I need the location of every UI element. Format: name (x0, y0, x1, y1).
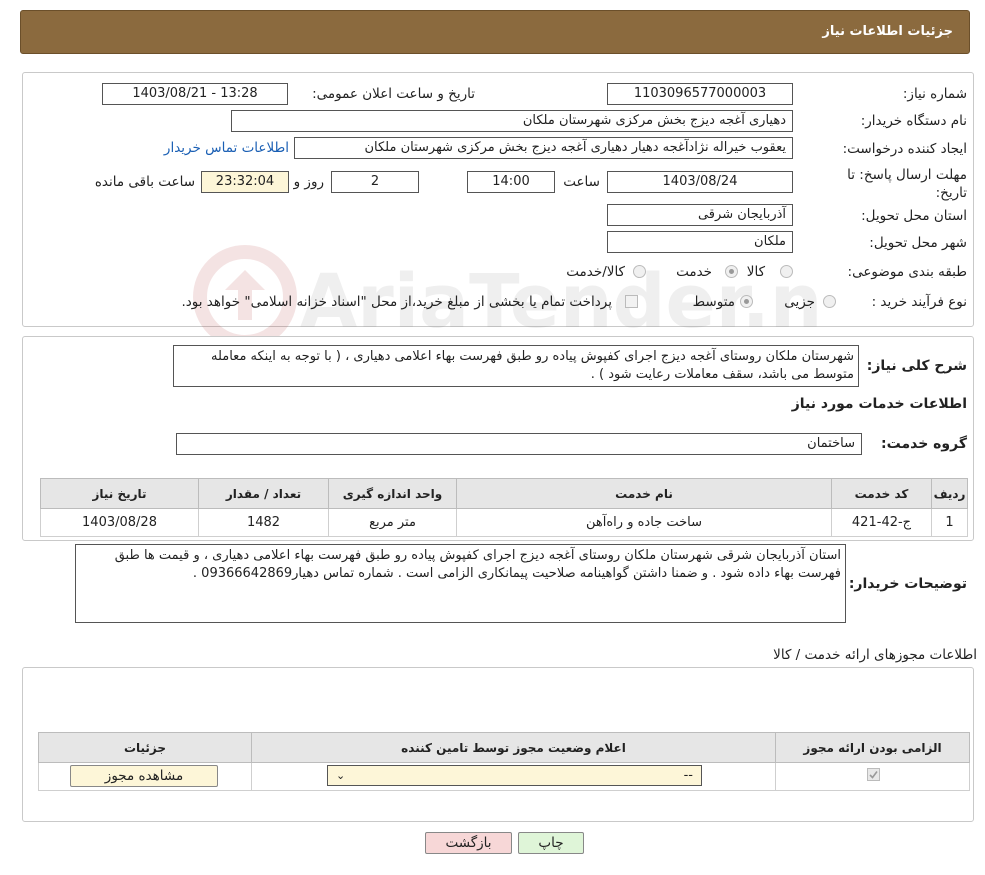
buyer-notes-textarea[interactable]: استان آذربایجان شرقی شهرستان ملکان روستا… (75, 544, 846, 623)
cell-service-code: ج-42-421 (831, 508, 932, 537)
payment-note: پرداخت تمام یا بخشی از مبلغ خرید،از محل … (181, 294, 612, 310)
col-header-quantity: تعداد / مقدار (198, 478, 329, 509)
category-option-goods: کالا (746, 264, 765, 280)
days-field: 2 (331, 171, 419, 193)
services-title: اطلاعات خدمات مورد نیاز (791, 396, 967, 412)
check-icon (869, 771, 878, 779)
province-label: استان محل تحویل: (861, 208, 967, 224)
days-label: روز و (293, 174, 324, 190)
process-radio-minor[interactable] (823, 295, 836, 308)
col-header-permit-status: اعلام وضعیت مجوز توسط تامین کننده (251, 732, 776, 763)
service-group-field: ساختمان (176, 433, 862, 455)
process-radio-medium[interactable] (740, 295, 753, 308)
cell-quantity: 1482 (198, 508, 329, 537)
city-field: ملکان (607, 231, 793, 253)
page-title: جزئیات اطلاعات نیاز (822, 24, 953, 39)
need-number-field: 1103096577000003 (607, 83, 793, 105)
deadline-label: مهلت ارسال پاسخ: تا تاریخ: (847, 167, 967, 201)
city-label: شهر محل تحویل: (869, 235, 967, 251)
deadline-time-field: 14:00 (467, 171, 555, 193)
category-option-goods-service: کالا/خدمت (566, 264, 625, 280)
category-radio-goods-service[interactable] (633, 265, 646, 278)
category-label: طبقه بندی موضوعی: (847, 264, 967, 280)
remaining-label: ساعت باقی مانده (94, 174, 195, 190)
col-header-permit-details: جزئیات (38, 732, 252, 763)
remaining-time-field: 23:32:04 (201, 171, 289, 193)
buyer-contact-link[interactable]: اطلاعات تماس خریدار (164, 140, 289, 156)
category-radio-goods[interactable] (780, 265, 793, 278)
announce-field: 1403/08/21 - 13:28 (102, 83, 288, 105)
chevron-down-icon: ⌄ (336, 769, 346, 782)
table-row: 1 ج-42-421 ساخت جاده و راه‌آهن متر مربع … (40, 508, 968, 537)
buyer-org-field: دهیاری آغجه دیزج بخش مرکزی شهرستان ملکان (231, 110, 793, 132)
col-header-row-number: ردیف (931, 478, 968, 509)
print-button[interactable]: چاپ (518, 832, 584, 854)
buyer-notes-label: توضیحات خریدار: (848, 576, 967, 592)
col-header-need-date: تاریخ نیاز (40, 478, 199, 509)
permits-title: اطلاعات مجوزهای ارائه خدمت / کالا (773, 647, 977, 663)
buyer-org-label: نام دستگاه خریدار: (860, 113, 967, 129)
process-label: نوع فرآیند خرید : (871, 294, 967, 310)
page-header: جزئیات اطلاعات نیاز (20, 10, 970, 54)
category-radio-service[interactable] (725, 265, 738, 278)
permit-required-checkbox (867, 768, 880, 781)
process-option-medium: متوسط (692, 294, 735, 310)
col-header-permit-required: الزامی بودن ارائه مجوز (775, 732, 970, 763)
deadline-time-label: ساعت (563, 174, 600, 190)
cell-unit: متر مربع (328, 508, 457, 537)
view-permit-button[interactable]: مشاهده مجوز (70, 765, 218, 787)
announce-label: تاریخ و ساعت اعلان عمومی: (312, 86, 475, 102)
permits-header-row: الزامی بودن ارائه مجوز اعلام وضعیت مجوز … (38, 732, 970, 763)
category-option-service: خدمت (676, 264, 712, 280)
back-button[interactable]: بازگشت (425, 832, 512, 854)
treasury-checkbox[interactable] (625, 295, 638, 308)
summary-label: شرح کلی نیاز: (866, 358, 967, 374)
creator-label: ایجاد کننده درخواست: (842, 141, 967, 157)
services-table: ردیف کد خدمت نام خدمت واحد اندازه گیری ت… (40, 478, 968, 537)
creator-field: یعقوب خیراله نژادآغجه دهیار دهیاری آغجه … (294, 137, 793, 159)
col-header-service-name: نام خدمت (456, 478, 832, 509)
cell-need-date: 1403/08/28 (40, 508, 199, 537)
deadline-date-field: 1403/08/24 (607, 171, 793, 193)
province-field: آذربایجان شرقی (607, 204, 793, 226)
summary-textarea[interactable]: شهرستان ملکان روستای آغجه دیزج اجرای کفپ… (173, 345, 859, 387)
services-header-row: ردیف کد خدمت نام خدمت واحد اندازه گیری ت… (40, 478, 968, 509)
permit-status-select[interactable]: ⌄ -- (327, 765, 702, 786)
col-header-service-code: کد خدمت (831, 478, 932, 509)
permit-status-value: -- (683, 768, 693, 783)
process-option-minor: جزیی (784, 294, 815, 310)
need-number-label: شماره نیاز: (902, 86, 967, 102)
col-header-unit: واحد اندازه گیری (328, 478, 457, 509)
service-group-label: گروه خدمت: (881, 436, 967, 452)
cell-service-name: ساخت جاده و راه‌آهن (456, 508, 832, 537)
cell-row-number: 1 (931, 508, 968, 537)
